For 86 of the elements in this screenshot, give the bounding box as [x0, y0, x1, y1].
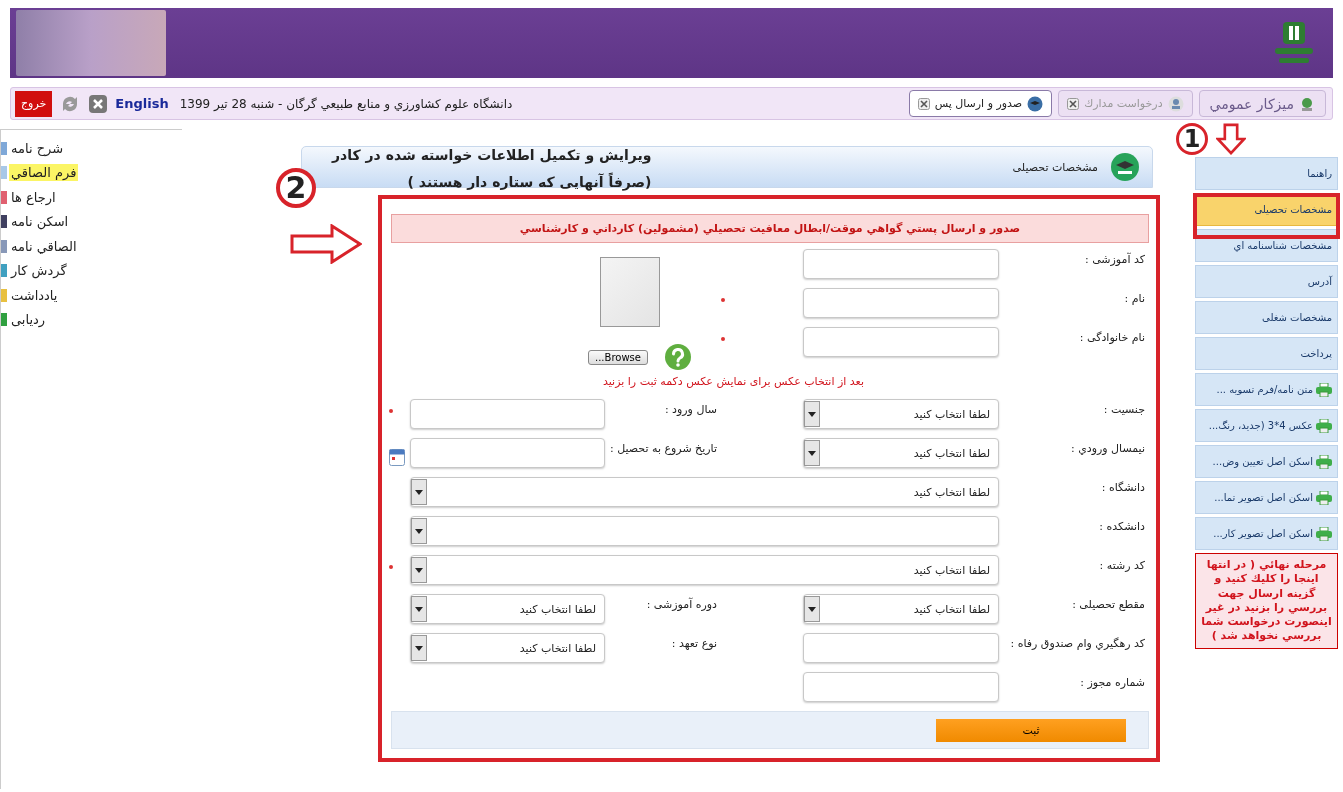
caret-icon — [411, 557, 427, 583]
date-text: دانشگاه علوم کشاورزي و منابع طبيعي گرگان - شنبه 28 تير 1399 — [179, 96, 513, 111]
sidebar-item[interactable]: راهنما — [1195, 157, 1338, 190]
sidebar-item[interactable]: پرداخت — [1195, 337, 1338, 370]
printer-icon — [1316, 490, 1332, 505]
field-label: مقطع تحصیلی : — [1071, 597, 1146, 613]
field-label: نام : — [1123, 291, 1146, 307]
field-label: شماره مجوز : — [1079, 675, 1146, 691]
input-field[interactable] — [803, 327, 999, 357]
input-field[interactable] — [803, 249, 999, 279]
sidebar-item[interactable]: مشخصات شغلی — [1195, 301, 1338, 334]
input-field[interactable] — [803, 672, 999, 702]
field-label: نام خانوادگی : — [1078, 330, 1146, 346]
caret-icon — [411, 596, 427, 622]
close-icon[interactable] — [88, 93, 109, 114]
menu-item[interactable]: الصاقي نامه — [9, 237, 79, 255]
field-label: نوع تعهد : — [670, 636, 718, 652]
printer-icon — [1316, 418, 1332, 433]
photo-placeholder — [600, 257, 660, 327]
printer-icon — [1316, 526, 1332, 541]
menu-item[interactable]: يادداشت — [9, 286, 60, 304]
logout-button[interactable]: خروج — [15, 90, 53, 117]
dropdown[interactable]: لطفا انتخاب کنید — [803, 438, 999, 468]
field-label: دانشکده : — [1098, 519, 1146, 535]
input-field[interactable] — [803, 633, 999, 663]
dropdown[interactable]: لطفا انتخاب کنید — [410, 633, 605, 663]
field-label: دانشگاه : — [1100, 480, 1146, 496]
menu-item[interactable]: گردش کار — [9, 262, 69, 280]
step-number: 1 — [1176, 123, 1208, 155]
tab[interactable]: میزکار عمومي — [1198, 90, 1326, 117]
printer-icon — [1316, 454, 1332, 469]
field-label: کد آموزشی : — [1083, 251, 1146, 268]
menu-item[interactable]: فرم الصاقي — [9, 164, 79, 182]
printer-icon — [1316, 382, 1332, 397]
sidebar-item[interactable]: اسکن اصل تعیین وض... — [1195, 445, 1338, 478]
sidebar-item[interactable]: آدرس — [1195, 265, 1338, 298]
caret-icon — [804, 596, 820, 622]
input-field[interactable] — [410, 438, 605, 468]
submit-button[interactable]: ثبت — [936, 718, 1126, 742]
step-number: 2 — [276, 168, 316, 208]
section-title: مشخصات تحصیلی — [1012, 160, 1098, 174]
field-label: سال ورود : — [663, 402, 718, 418]
instruction-text: ویرایش و تکمیل اطلاعات خواسته شده در کادر — [332, 146, 652, 166]
dropdown[interactable]: لطفا انتخاب کنید — [803, 594, 999, 624]
input-field[interactable] — [410, 399, 605, 429]
dropdown[interactable]: لطفا انتخاب کنید — [803, 399, 999, 429]
dropdown[interactable]: لطفا انتخاب کنید — [410, 477, 999, 507]
instruction-text: (صرفاً آنهایی که ستاره دار هستند ) — [406, 171, 652, 193]
tab[interactable]: صدور و ارسال پس — [908, 90, 1053, 117]
menu-item[interactable]: شرح نامه — [9, 139, 66, 157]
caret-icon — [411, 479, 427, 505]
right-arrow-icon — [290, 224, 362, 264]
calendar-icon[interactable] — [389, 448, 405, 466]
field-label: نیمسال ورودي : — [1069, 441, 1146, 457]
language-link[interactable]: English — [115, 96, 169, 111]
field-label: دوره آموزشی : — [645, 596, 718, 613]
graduation-cap-icon — [1027, 95, 1044, 112]
dropdown[interactable]: لطفا انتخاب کنید — [410, 555, 999, 585]
dropdown[interactable] — [410, 516, 999, 546]
down-arrow-icon — [1216, 123, 1246, 155]
person-icon — [1167, 95, 1184, 112]
field-label: جنسیت : — [1102, 402, 1146, 418]
warning-note[interactable]: مرحله نهائي ( در انتها اينجا را كليك كنيد و گزينه ارسال جهت بررسي را بزنيد در غير اينصورت درخواست شما بررسي نخواهد شد ) — [1195, 553, 1338, 649]
menu-item[interactable]: اسکن نامه — [9, 213, 71, 231]
input-field[interactable] — [803, 288, 999, 318]
sidebar-item[interactable]: اسکن اصل تصویر کار... — [1195, 517, 1338, 550]
caret-icon — [804, 401, 820, 427]
field-label: تاریخ شروع به تحصیل : — [608, 441, 718, 457]
browse-button[interactable]: Browse... — [588, 349, 648, 365]
hint-text: بعد از انتخاب عکس برای نمایش عکس دکمه ثبت را بزنید — [602, 374, 865, 390]
field-label: کد رهگيري وام صندوق رفاه : — [1009, 636, 1146, 652]
caret-icon — [804, 440, 820, 466]
field-label: کد رشته : — [1098, 558, 1146, 574]
dropdown[interactable]: لطفا انتخاب کنید — [410, 594, 605, 624]
caret-icon — [411, 635, 427, 661]
menu-item[interactable]: ارجاع ها — [9, 188, 58, 206]
form-title: صدور و ارسال پستي گواهي موقت/ابطال معافيت تحصيلي (مشمولين) كارداني و كارشناسي — [391, 214, 1149, 243]
close-icon[interactable] — [1067, 97, 1080, 110]
caret-icon — [411, 518, 427, 544]
graduation-cap-icon — [1110, 152, 1140, 182]
help-icon — [664, 343, 692, 371]
sidebar-item[interactable]: متن نامه/فرم تسویه ... — [1195, 373, 1338, 406]
menu-item[interactable]: ردیابی — [9, 311, 48, 329]
close-icon[interactable] — [917, 97, 930, 110]
sidebar-item[interactable]: عکس 4*3 (جدید، رنگ... — [1195, 409, 1338, 442]
sidebar-item[interactable]: اسکن اصل تصویر تما... — [1195, 481, 1338, 514]
